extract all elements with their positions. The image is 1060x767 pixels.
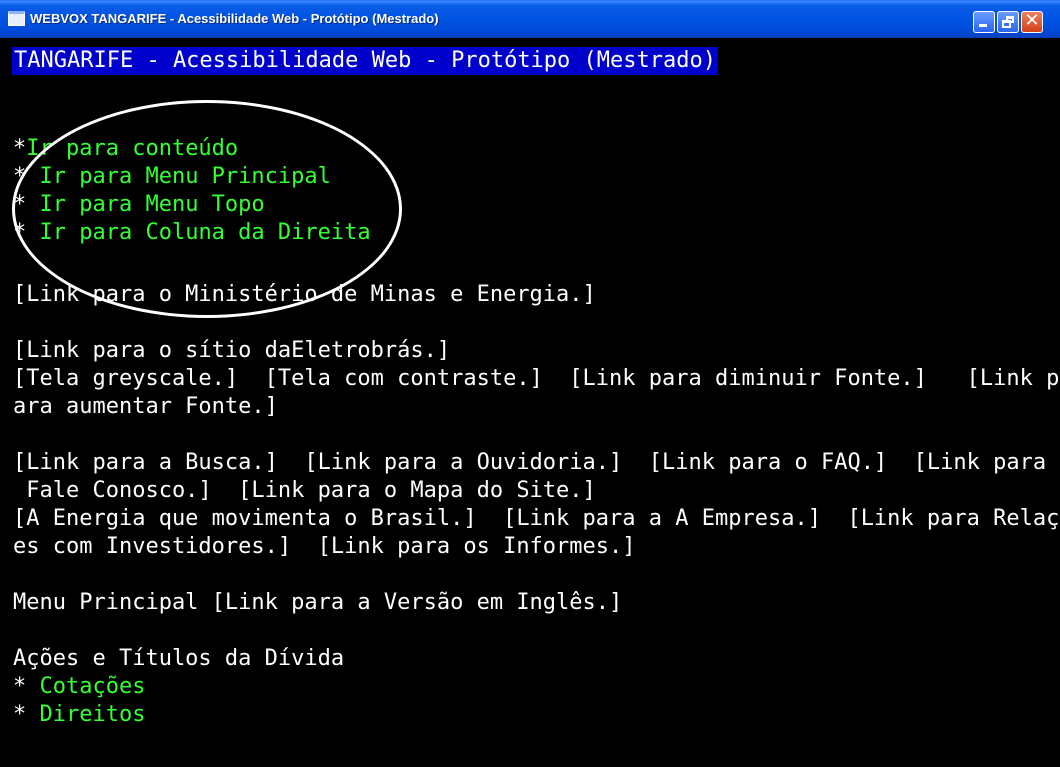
- submenu-item-direitos[interactable]: * Direitos: [13, 701, 145, 729]
- main-menu-line[interactable]: Menu Principal [Link para a Versão em In…: [13, 589, 622, 617]
- banner-links-line-2[interactable]: es com Investidores.] [Link para os Info…: [13, 533, 636, 561]
- accessibility-links-line-1[interactable]: [Tela greyscale.] [Tela com contraste.] …: [13, 365, 1059, 393]
- bullet: *: [13, 702, 27, 727]
- window-titlebar[interactable]: WEBVOX TANGARIFE - Acessibilidade Web - …: [0, 0, 1060, 38]
- submenu-item-cotacoes[interactable]: * Cotações: [13, 673, 145, 701]
- bullet: *: [13, 674, 27, 699]
- close-icon: ✕: [1024, 10, 1040, 31]
- link-ministerio[interactable]: [Link para o Ministério de Minas e Energ…: [13, 281, 596, 309]
- top-menu-links-line-1[interactable]: [Link para a Busca.] [Link para a Ouvido…: [13, 449, 1060, 477]
- submenu-item-label: Direitos: [26, 702, 146, 727]
- minimize-icon: [979, 24, 987, 27]
- close-button[interactable]: ✕: [1021, 10, 1043, 33]
- window-icon: [8, 11, 25, 26]
- app-window: WEBVOX TANGARIFE - Acessibilidade Web - …: [0, 0, 1060, 767]
- submenu-item-label: Cotações: [26, 674, 146, 699]
- minimize-button[interactable]: [973, 11, 995, 33]
- restore-button[interactable]: [997, 11, 1019, 33]
- accessibility-links-line-2[interactable]: ara aumentar Fonte.]: [13, 393, 278, 421]
- screen-reader-text-area: TANGARIFE - Acessibilidade Web - Protóti…: [0, 38, 1060, 767]
- top-menu-links-line-2[interactable]: Fale Conosco.] [Link para o Mapa do Site…: [13, 477, 596, 505]
- window-title: WEBVOX TANGARIFE - Acessibilidade Web - …: [30, 11, 439, 26]
- restore-icon: [1002, 20, 1011, 28]
- section-heading: Ações e Títulos da Dívida: [13, 646, 345, 671]
- banner-links-line-1[interactable]: [A Energia que movimenta o Brasil.] [Lin…: [13, 505, 1060, 533]
- link-eletrobras[interactable]: [Link para o sítio daEletrobrás.]: [13, 337, 450, 365]
- page-title: TANGARIFE - Acessibilidade Web - Protóti…: [12, 47, 718, 75]
- bullet: *: [13, 136, 27, 161]
